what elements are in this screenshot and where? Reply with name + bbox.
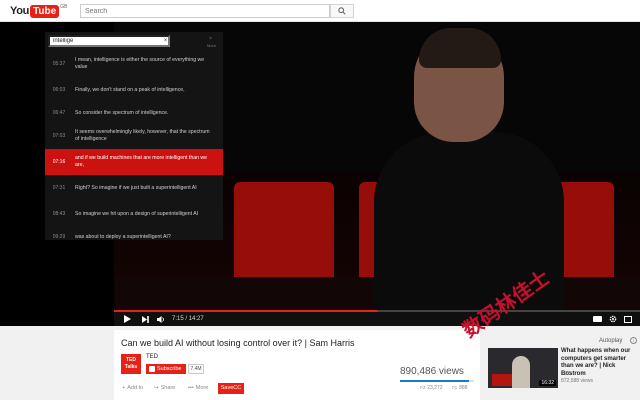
transcript-text: So consider the spectrum of intelligence… (75, 109, 169, 116)
transcript-row[interactable]: 09:29 was about to deploy a superintellig… (45, 227, 223, 241)
like-ratio-fill (400, 380, 469, 382)
more-icon: ••• (188, 385, 194, 391)
add-to-button[interactable]: + Add to (122, 385, 143, 391)
transcript-row[interactable]: 05:37 I mean, intelligence is either the … (45, 51, 223, 77)
volume-button[interactable] (156, 314, 166, 324)
thumbs-down-icon: 👎︎ (452, 385, 458, 391)
info-icon[interactable]: i (630, 337, 637, 344)
transcript-row[interactable]: 07:03 It seems overwhelmingly likely, how… (45, 123, 223, 149)
gear-icon (609, 315, 617, 323)
related-video-views: 872,588 views (561, 378, 593, 384)
play-icon (123, 315, 131, 323)
transcript-row[interactable]: 07:31 Right? So imagine if we just built … (45, 175, 223, 201)
video-title: Can we build AI without losing control o… (121, 338, 355, 348)
channel-avatar[interactable]: TED Talks (121, 354, 141, 374)
speaker-hair (419, 28, 501, 68)
transcript-text: It seems overwhelmingly likely, however,… (75, 129, 210, 142)
view-count: 890,486 views (400, 366, 464, 377)
transcript-timestamp: 09:29 (52, 234, 66, 240)
transcript-text: and if we build machines that are more i… (75, 155, 208, 168)
youtube-logo[interactable]: You Tube GB (10, 4, 67, 18)
transcript-timestamp: 07:03 (52, 133, 66, 139)
fullscreen-button[interactable] (623, 314, 633, 324)
like-count: 23,272 (427, 385, 443, 391)
speaker-arm (406, 212, 446, 312)
channel-name[interactable]: TED (146, 354, 158, 360)
transcript-search-input[interactable] (48, 35, 170, 47)
transcript-timestamp: 06:03 (52, 87, 66, 93)
captions-button[interactable] (592, 314, 602, 324)
next-button[interactable] (140, 314, 150, 324)
related-video-title[interactable]: What happens when our computers get smar… (561, 348, 637, 378)
search-icon (338, 7, 346, 15)
transcript-text: I mean, intelligence is either the sourc… (75, 57, 205, 70)
share-button[interactable]: ↪ Share (154, 385, 175, 391)
play-button[interactable] (122, 314, 132, 324)
logo-you-text: You (10, 5, 30, 17)
subscribe-label: Subscribe (157, 366, 182, 372)
like-ratio-bar (400, 380, 474, 382)
volume-icon (157, 315, 164, 323)
transcript-list: 05:37 I mean, intelligence is either the … (45, 51, 223, 240)
transcript-timestamp: 06:47 (52, 110, 66, 116)
savecc-button[interactable]: SaveCC (218, 383, 244, 394)
autoplay-label: Autoplay (599, 338, 623, 344)
search-button[interactable] (330, 4, 354, 18)
logo-tube-text: Tube (30, 4, 60, 18)
search-input[interactable] (80, 4, 330, 18)
share-label: Share (160, 385, 176, 391)
transcript-text: Finally, we don't stand on a peak of int… (75, 86, 185, 93)
transcript-text: Right? So imagine if we just built a sup… (75, 184, 197, 191)
transcript-row[interactable]: 07:16 and if we build machines that are m… (45, 149, 223, 175)
transcript-panel: × × More 05:37 I mean, intelligence is ei… (45, 32, 223, 240)
transcript-timestamp: 07:16 (52, 159, 66, 165)
transcript-row[interactable]: 08:43 So imagine we hit upon a design of … (45, 201, 223, 227)
settings-button[interactable] (608, 314, 618, 324)
transcript-timestamp: 05:37 (52, 61, 66, 67)
thumbnail-speaker (512, 356, 530, 388)
time-display: 7:15 / 14:27 (172, 316, 204, 322)
logo-country-code: GB (60, 4, 68, 10)
more-button[interactable]: ••• More (188, 385, 208, 391)
share-icon: ↪ (154, 385, 159, 391)
thumbnail-ted-sign (492, 374, 514, 386)
dislike-count: 888 (459, 385, 468, 391)
like-button[interactable]: 👍︎ 23,272 (420, 385, 443, 391)
transcript-timestamp: 08:43 (52, 211, 66, 217)
plus-icon: + (122, 385, 126, 391)
player-controls: 7:15 / 14:27 (114, 312, 640, 326)
youtube-play-icon (149, 366, 155, 372)
ted-letter-t (234, 182, 334, 282)
add-to-label: Add to (127, 385, 144, 391)
subscribe-button[interactable]: Subscribe (146, 364, 186, 374)
next-icon (141, 315, 149, 323)
more-label: More (195, 385, 209, 391)
top-bar: You Tube GB (0, 0, 640, 22)
transcript-row[interactable]: 06:03 Finally, we don't stand on a peak o… (45, 77, 223, 103)
transcript-text: So imagine we hit upon a design of super… (75, 210, 199, 217)
thumbs-up-icon: 👍︎ (420, 385, 426, 391)
transcript-timestamp: 07:31 (52, 185, 66, 191)
captions-icon (592, 316, 602, 322)
related-video-channel[interactable]: TED (561, 371, 571, 377)
transcript-clear-button[interactable]: × (161, 35, 170, 47)
transcript-row[interactable]: 06:47 So consider the spectrum of intelli… (45, 103, 223, 123)
fullscreen-icon (624, 315, 632, 323)
video-info-card: Can we build AI without losing control o… (114, 330, 480, 400)
transcript-text: was about to deploy a superintelligent A… (75, 233, 171, 240)
transcript-close-button[interactable]: × (209, 36, 212, 42)
video-duration: 16:32 (539, 380, 556, 386)
subscriber-count: 7.4M (188, 364, 204, 374)
transcript-more-button[interactable]: More (207, 43, 216, 48)
related-video-thumbnail[interactable]: 16:32 (488, 348, 558, 388)
dislike-button[interactable]: 👎︎ 888 (452, 385, 467, 391)
